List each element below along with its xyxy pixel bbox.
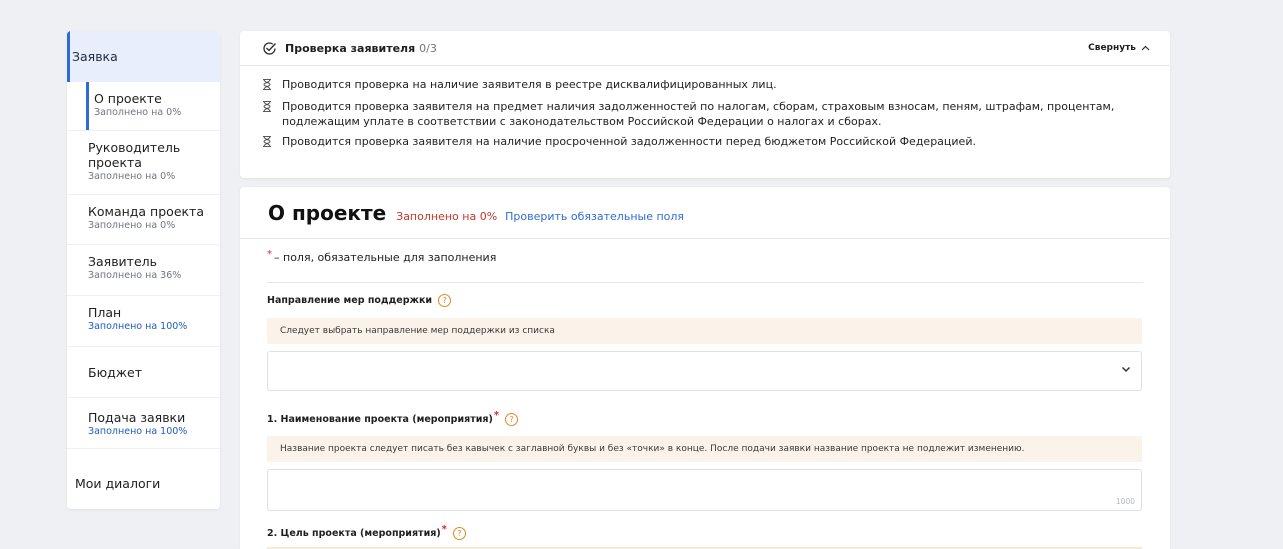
check-required-fields-link[interactable]: Проверить обязательные поля xyxy=(505,210,684,223)
applicant-check-list: Проводится проверка на наличие заявителя… xyxy=(240,66,1170,151)
sidebar-item-label: О проекте xyxy=(94,91,162,106)
direction-select[interactable] xyxy=(267,351,1142,391)
sidebar-item-application[interactable]: Заявка xyxy=(67,31,220,82)
applicant-check-title: Проверка заявителя xyxy=(285,41,416,55)
collapse-button[interactable]: Свернуть xyxy=(1088,43,1150,53)
project-name-field-label: 1. Наименование проекта (мероприятия) * … xyxy=(267,410,519,426)
required-asterisk: * xyxy=(267,249,272,260)
required-note-text: – поля, обязательные для заполнения xyxy=(274,251,497,264)
sidebar-item-submission[interactable]: Подача заявки Заполнено на 100% xyxy=(67,398,220,449)
sidebar-item-project-team[interactable]: Команда проекта Заполнено на 0% xyxy=(67,195,220,245)
project-goal-field-label: 2. Цель проекта (мероприятия) * ? xyxy=(267,524,466,540)
about-project-form: О проекте Заполнено на 0% Проверить обяз… xyxy=(240,187,1170,549)
collapse-label: Свернуть xyxy=(1088,43,1136,53)
check-item: Проводится проверка заявителя на предмет… xyxy=(262,99,1150,129)
direction-field-label: Направление мер поддержки ? xyxy=(267,294,452,307)
sidebar-item-label: Команда проекта xyxy=(88,204,204,219)
sidebar-item-my-dialogs[interactable]: Мои диалоги xyxy=(67,458,220,509)
chevron-down-icon xyxy=(1121,366,1131,373)
project-name-hint-text: Название проекта следует писать без кавы… xyxy=(280,444,1025,454)
hourglass-icon xyxy=(262,134,276,151)
sidebar-item-label: Заявитель xyxy=(88,254,158,269)
check-item-text: Проводится проверка на наличие заявителя… xyxy=(282,78,777,91)
sidebar-item-project-lead[interactable]: Руководитель проекта Заполнено на 0% xyxy=(67,131,220,195)
check-item-text: Проводится проверка заявителя на предмет… xyxy=(282,100,1115,128)
sidebar-item-label: Руководитель проекта xyxy=(88,140,181,170)
required-asterisk: * xyxy=(441,524,447,535)
sidebar-item-label: Заявка xyxy=(72,49,118,64)
help-icon[interactable]: ? xyxy=(438,294,452,307)
sidebar-item-applicant[interactable]: Заявитель Заполнено на 36% xyxy=(67,245,220,296)
hourglass-icon xyxy=(262,77,276,94)
sidebar-item-about-project[interactable]: О проекте Заполнено на 0% xyxy=(67,82,220,131)
sidebar-item-plan[interactable]: План Заполнено на 100% xyxy=(67,296,220,347)
check-item: Проводится проверка на наличие заявителя… xyxy=(262,77,1150,94)
help-icon[interactable]: ? xyxy=(505,413,519,426)
project-name-hint: Название проекта следует писать без кавы… xyxy=(267,436,1142,462)
required-fields-note: * – поля, обязательные для заполнения xyxy=(267,249,497,264)
form-header: О проекте Заполнено на 0% Проверить обяз… xyxy=(240,187,1170,239)
sidebar-item-progress: Заполнено на 100% xyxy=(88,321,188,332)
sidebar-item-label: Бюджет xyxy=(88,365,142,380)
applicant-check-count: 0/3 xyxy=(419,41,437,55)
sidebar-item-label: Мои диалоги xyxy=(75,476,161,491)
hourglass-icon xyxy=(262,99,276,129)
check-item-text: Проводится проверка заявителя на наличие… xyxy=(282,135,976,148)
sidebar-item-progress: Заполнено на 36% xyxy=(88,270,182,281)
direction-label-text: Направление мер поддержки xyxy=(267,295,433,306)
character-counter: 1000 xyxy=(1115,497,1135,506)
application-sidebar: Заявка О проекте Заполнено на 0% Руковод… xyxy=(67,31,220,509)
direction-hint-text: Следует выбрать направление мер поддержк… xyxy=(280,326,555,336)
project-name-label-text: 1. Наименование проекта (мероприятия) xyxy=(267,414,493,425)
sidebar-item-progress: Заполнено на 100% xyxy=(88,426,188,437)
sidebar-item-label: Подача заявки xyxy=(88,410,186,425)
check-item: Проводится проверка заявителя на наличие… xyxy=(262,134,1150,151)
sidebar-item-label: План xyxy=(88,305,122,320)
chevron-up-icon xyxy=(1141,45,1150,51)
sidebar-item-progress: Заполнено на 0% xyxy=(88,171,176,182)
applicant-check-header: Проверка заявителя 0/3 Свернуть xyxy=(240,31,1170,66)
sidebar-item-budget[interactable]: Бюджет xyxy=(67,347,220,398)
sidebar-item-progress: Заполнено на 0% xyxy=(88,220,176,231)
applicant-check-panel: Проверка заявителя 0/3 Свернуть Проводит… xyxy=(240,31,1170,178)
direction-hint: Следует выбрать направление мер поддержк… xyxy=(267,318,1142,344)
project-name-input[interactable]: 1000 xyxy=(267,469,1142,511)
project-goal-label-text: 2. Цель проекта (мероприятия) xyxy=(267,528,441,539)
sidebar-item-progress: Заполнено на 0% xyxy=(94,107,182,118)
divider xyxy=(267,282,1143,283)
help-icon[interactable]: ? xyxy=(452,527,466,540)
check-circle-icon xyxy=(262,41,277,56)
fill-status: Заполнено на 0% xyxy=(396,210,498,223)
page-title: О проекте xyxy=(268,201,387,225)
required-asterisk: * xyxy=(493,410,500,421)
